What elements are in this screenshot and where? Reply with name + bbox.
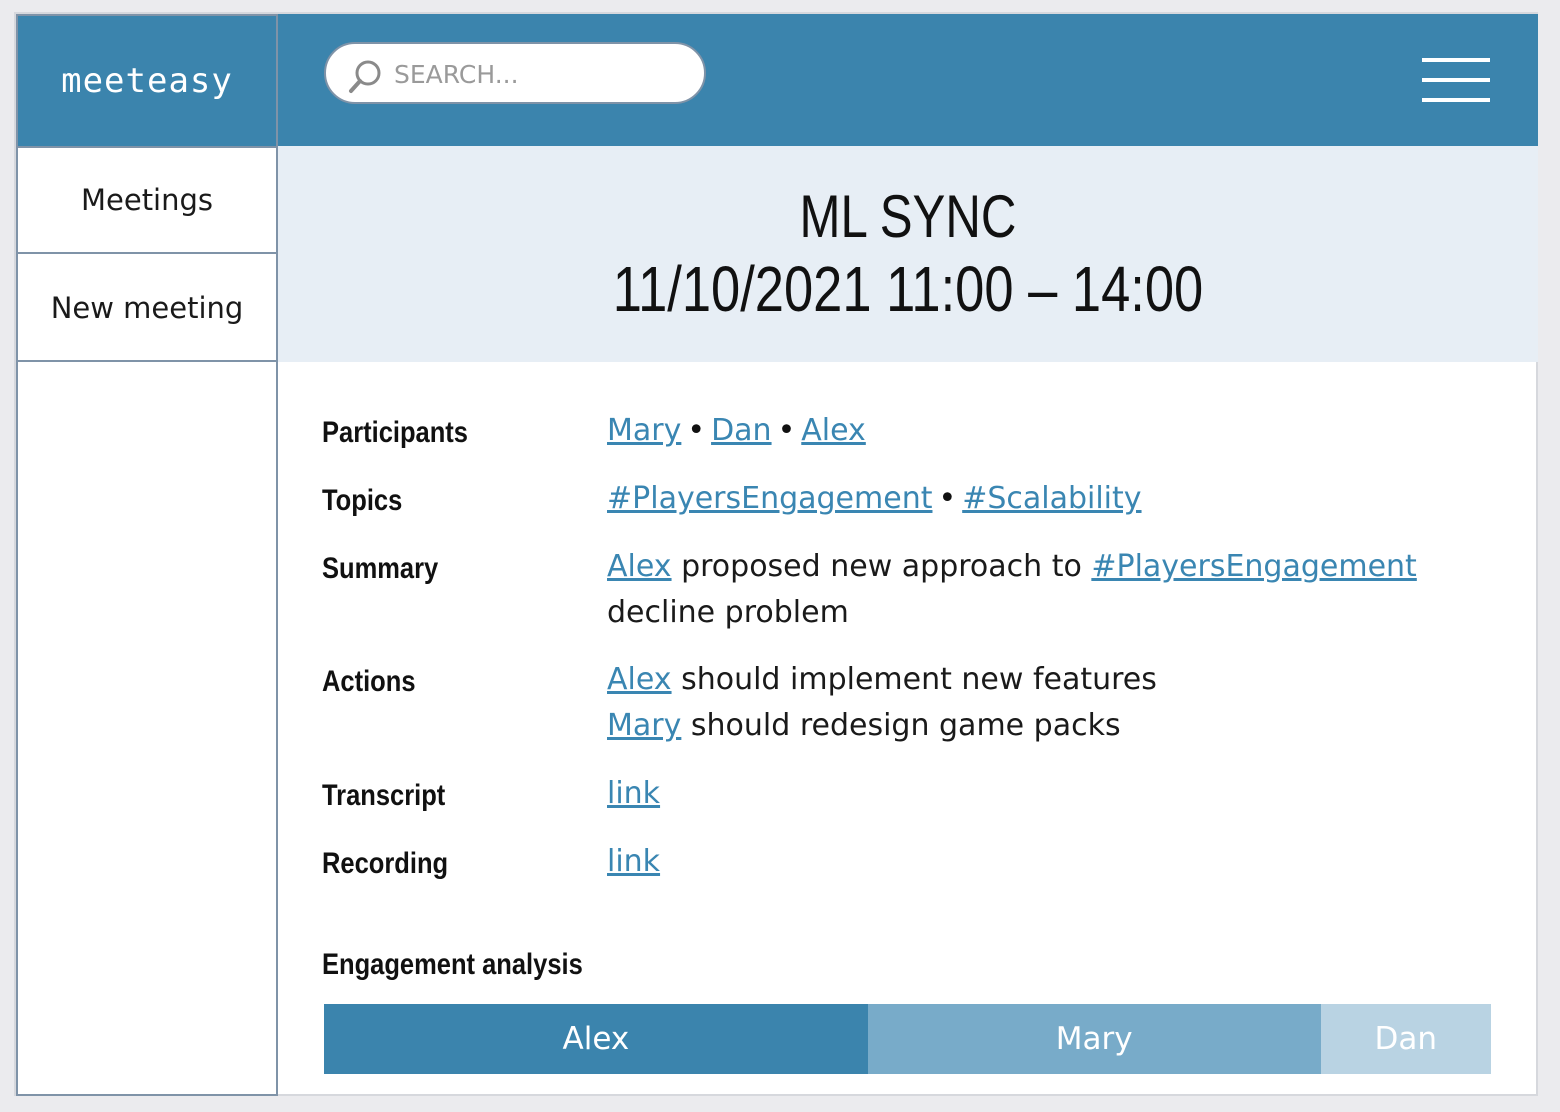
summary-person-link[interactable]: Alex — [607, 549, 672, 584]
topics-value: #PlayersEngagement • #Scalability — [607, 476, 1487, 522]
summary-text-continued: decline problem — [607, 595, 849, 630]
topics-label: Topics — [322, 484, 403, 517]
separator: • — [938, 481, 957, 516]
app-window: meeteasy Meetings New meeting ML SYNC 11… — [14, 12, 1538, 1096]
app-logo[interactable]: meeteasy — [61, 61, 233, 101]
recording-value: link — [607, 839, 1487, 885]
sidebar: meeteasy Meetings New meeting — [16, 14, 278, 1096]
hamburger-menu-icon[interactable] — [1422, 58, 1490, 106]
engagement-segment-dan: Dan — [1320, 1004, 1491, 1074]
search-box[interactable] — [324, 42, 706, 104]
engagement-segment-mary: Mary — [867, 1004, 1321, 1074]
engagement-segment-alex: Alex — [324, 1004, 868, 1074]
separator: • — [777, 413, 796, 448]
recording-link[interactable]: link — [607, 844, 660, 879]
action-text: should redesign game packs — [681, 708, 1121, 743]
search-input[interactable] — [392, 54, 686, 94]
participants-value: Mary • Dan • Alex — [607, 408, 1487, 454]
actions-label: Actions — [322, 665, 416, 698]
participant-link-mary[interactable]: Mary — [607, 413, 681, 448]
sidebar-item-meetings[interactable]: Meetings — [18, 148, 276, 254]
logo-area: meeteasy — [18, 16, 276, 148]
summary-label: Summary — [322, 552, 439, 585]
actions-value: Alex should implement new features Mary s… — [607, 657, 1487, 749]
action-text: should implement new features — [671, 662, 1157, 697]
recording-label: Recording — [322, 847, 449, 880]
participant-link-dan[interactable]: Dan — [711, 413, 772, 448]
transcript-value: link — [607, 771, 1487, 817]
summary-topic-link[interactable]: #PlayersEngagement — [1091, 549, 1416, 584]
transcript-link[interactable]: link — [607, 776, 660, 811]
meeting-title: ML SYNC — [799, 183, 1017, 250]
meeting-header: ML SYNC 11/10/2021 11:00 – 14:00 — [278, 146, 1538, 362]
top-bar — [278, 14, 1538, 146]
action-person-link-mary[interactable]: Mary — [607, 708, 681, 743]
separator: • — [687, 413, 706, 448]
search-icon — [349, 60, 381, 93]
engagement-analysis-label: Engagement analysis — [322, 948, 583, 981]
topic-link-scalability[interactable]: #Scalability — [962, 481, 1141, 516]
engagement-bar: Alex Mary Dan — [324, 1004, 1491, 1074]
meeting-datetime: 11/10/2021 11:00 – 14:00 — [612, 253, 1204, 325]
summary-value: Alex proposed new approach to #PlayersEn… — [607, 544, 1487, 636]
participant-link-alex[interactable]: Alex — [801, 413, 866, 448]
transcript-label: Transcript — [322, 779, 446, 812]
topic-link-players-engagement[interactable]: #PlayersEngagement — [607, 481, 932, 516]
sidebar-item-new-meeting[interactable]: New meeting — [18, 256, 276, 362]
participants-label: Participants — [322, 416, 468, 449]
action-person-link-alex[interactable]: Alex — [607, 662, 672, 697]
summary-text: proposed new approach to — [671, 549, 1092, 584]
